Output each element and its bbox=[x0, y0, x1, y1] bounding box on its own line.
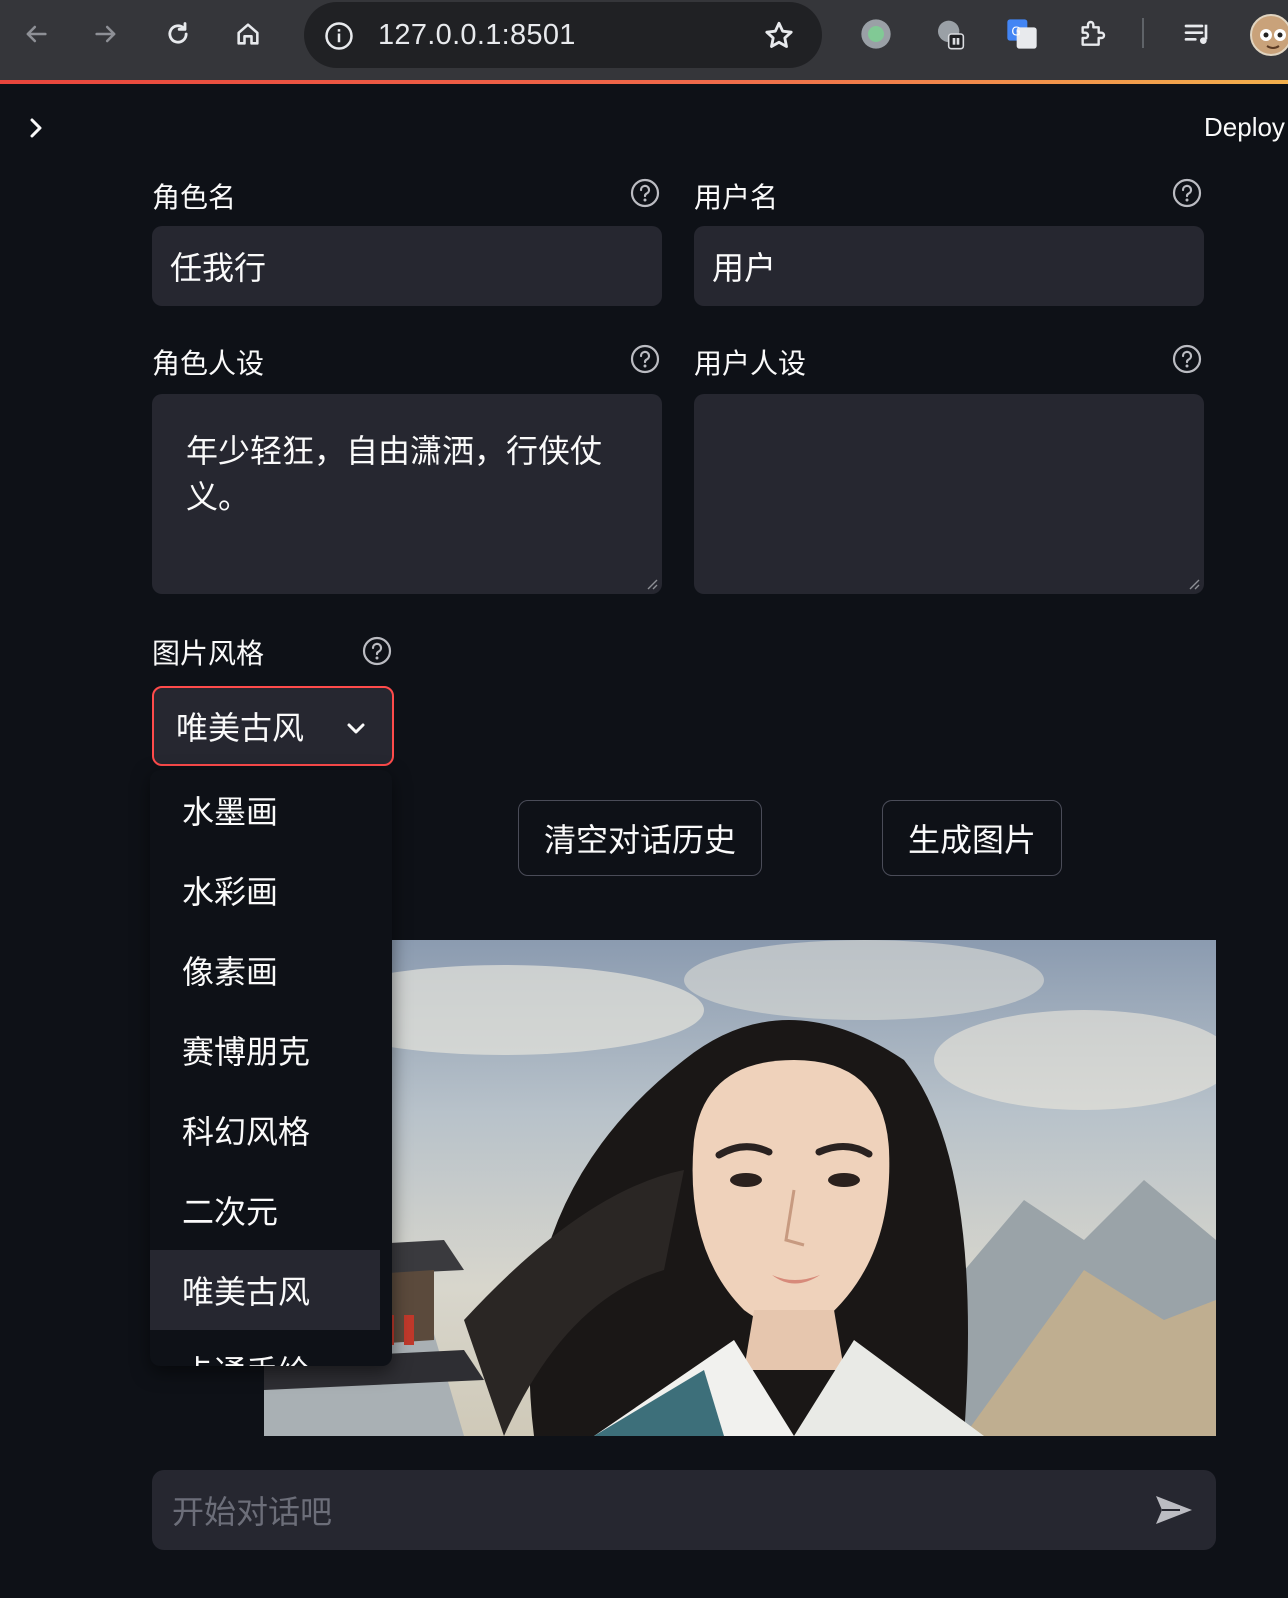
clear-history-button[interactable]: 清空对话历史 bbox=[518, 800, 762, 876]
resize-grip-icon[interactable] bbox=[1186, 576, 1200, 590]
user-name-input[interactable]: 用户 bbox=[694, 226, 1204, 306]
back-arrow-icon bbox=[26, 25, 47, 43]
image-style-dropdown-menu[interactable]: 水墨画 水彩画 像素画 赛博朋克 科幻风格 二次元 唯美古风 卡通手绘 bbox=[150, 770, 392, 1366]
sidebar-expand-icon[interactable] bbox=[24, 114, 48, 142]
image-style-selected-value[interactable]: 唯美古风 bbox=[176, 703, 304, 749]
generated-image bbox=[264, 940, 1216, 1436]
dropdown-option[interactable]: 二次元 bbox=[150, 1170, 392, 1250]
resize-grip-icon[interactable] bbox=[644, 576, 658, 590]
help-icon[interactable] bbox=[362, 636, 392, 666]
site-info-icon[interactable] bbox=[324, 21, 354, 51]
forward-arrow-icon bbox=[95, 25, 116, 43]
home-button[interactable] bbox=[230, 16, 266, 52]
dropdown-option[interactable]: 卡通手绘 bbox=[150, 1330, 392, 1366]
browser-toolbar: 127.0.0.1:8501 G bbox=[0, 0, 1288, 80]
character-persona-label: 角色人设 bbox=[152, 347, 265, 380]
chat-input-placeholder[interactable]: 开始对话吧 bbox=[172, 1487, 332, 1533]
chevron-down-icon[interactable] bbox=[344, 716, 368, 740]
deploy-button[interactable]: Deploy bbox=[1204, 112, 1285, 143]
image-style-label: 图片风格 bbox=[152, 637, 265, 670]
help-icon[interactable] bbox=[630, 178, 660, 208]
dropdown-option[interactable]: 水彩画 bbox=[150, 850, 392, 930]
extension-chat-icon[interactable] bbox=[932, 16, 968, 52]
svg-text:G: G bbox=[1011, 24, 1020, 38]
character-persona-text[interactable]: 年少轻狂，自由潇洒，行侠仗义。 bbox=[186, 432, 602, 516]
dropdown-option[interactable]: 赛博朋克 bbox=[150, 1010, 392, 1090]
dropdown-option[interactable]: 像素画 bbox=[150, 930, 392, 1010]
generated-portrait-image bbox=[264, 940, 1216, 1436]
character-name-input[interactable]: 任我行 bbox=[152, 226, 662, 306]
google-translate-icon[interactable]: G bbox=[1004, 16, 1040, 52]
bookmark-star-icon[interactable] bbox=[762, 19, 796, 53]
profile-avatar[interactable] bbox=[1250, 14, 1288, 56]
send-icon[interactable] bbox=[1154, 1492, 1194, 1528]
help-icon[interactable] bbox=[630, 344, 660, 374]
dropdown-option[interactable]: 水墨画 bbox=[150, 770, 392, 850]
help-icon[interactable] bbox=[1172, 344, 1202, 374]
chat-input[interactable]: 开始对话吧 bbox=[152, 1470, 1216, 1550]
help-icon[interactable] bbox=[1172, 178, 1202, 208]
generate-image-button[interactable]: 生成图片 bbox=[882, 800, 1062, 876]
reload-button[interactable] bbox=[160, 16, 196, 52]
extension-status-icon[interactable] bbox=[858, 16, 894, 52]
toolbar-divider bbox=[1142, 18, 1144, 48]
reading-list-icon[interactable] bbox=[1180, 16, 1216, 52]
character-persona-textarea[interactable]: 年少轻狂，自由潇洒，行侠仗义。 bbox=[152, 394, 662, 594]
back-button[interactable] bbox=[18, 16, 54, 52]
avatar-face-icon bbox=[1260, 29, 1286, 49]
dropdown-option-selected[interactable]: 唯美古风 bbox=[150, 1250, 380, 1330]
url-text[interactable]: 127.0.0.1:8501 bbox=[378, 19, 576, 52]
user-persona-label: 用户人设 bbox=[694, 347, 807, 380]
extensions-puzzle-icon[interactable] bbox=[1074, 16, 1110, 52]
forward-button[interactable] bbox=[88, 16, 124, 52]
dropdown-option[interactable]: 科幻风格 bbox=[150, 1090, 392, 1170]
loading-accent-bar bbox=[0, 80, 1288, 84]
address-bar[interactable]: 127.0.0.1:8501 bbox=[304, 2, 822, 68]
user-name-label: 用户名 bbox=[694, 181, 779, 214]
character-name-label: 角色名 bbox=[152, 181, 237, 214]
image-style-select[interactable]: 唯美古风 bbox=[152, 686, 394, 766]
reload-icon bbox=[168, 22, 188, 44]
home-icon bbox=[237, 23, 259, 45]
user-persona-textarea[interactable] bbox=[694, 394, 1204, 594]
